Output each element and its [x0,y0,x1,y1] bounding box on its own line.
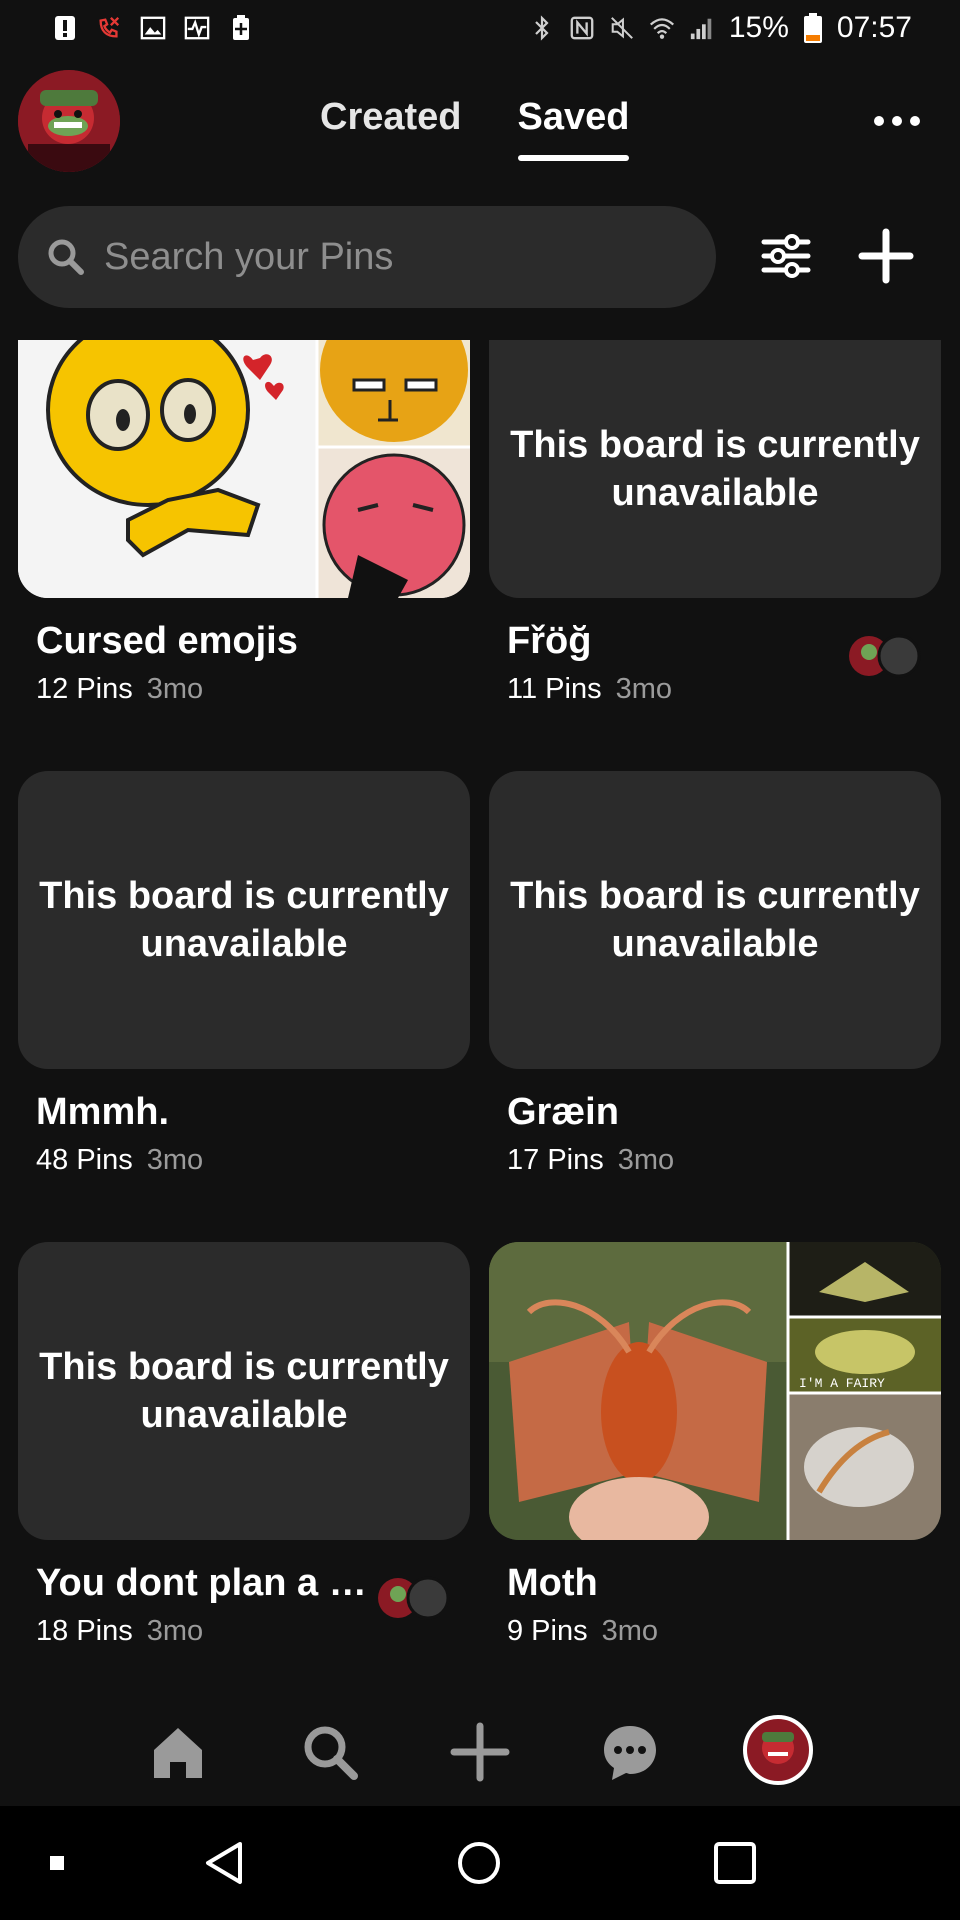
status-bar: 15% 07:57 [0,0,960,56]
board-pin-count: 48 Pins [36,1144,133,1176]
activity-icon [184,16,210,40]
home-icon[interactable] [148,1722,208,1782]
bluetooth-icon [535,15,549,41]
board-meta: 9 Pins 3mo [507,1615,941,1648]
profile-header: Created Saved [0,66,960,176]
board-meta: 12 Pins 3mo [36,673,470,706]
unavailable-message: This board is currently unavailable [39,1346,449,1436]
mute-icon [610,17,633,39]
board-pin-count: 9 Pins [507,1615,588,1647]
board-card[interactable]: Cursed emojis 12 Pins 3mo [18,340,470,706]
board-age: 3mo [146,673,204,705]
board-card[interactable]: I'M A FAIRY Moth 9 Pins 3mo [489,1242,941,1648]
messages-icon[interactable] [600,1722,660,1782]
search-placeholder: Search your Pins [104,235,394,278]
board-name: Moth [507,1562,598,1604]
board-card[interactable]: This board is currently unavailable You … [18,1242,470,1648]
battery-icon [803,13,822,43]
board-thumbnail[interactable]: This board is currently unavailable [18,1242,470,1540]
filter-icon[interactable] [756,226,816,286]
missed-call-icon [99,16,120,38]
wifi-icon [649,18,674,39]
board-age: 3mo [617,1144,675,1176]
unavailable-message: This board is currently unavailable [39,875,449,965]
bottom-nav [0,1694,960,1804]
board-thumbnail[interactable]: This board is currently unavailable [18,771,470,1069]
battery-saver-icon [233,15,249,40]
clock: 07:57 [836,11,912,44]
board-pin-count: 18 Pins [36,1615,133,1647]
alert-icon [55,16,75,40]
board-meta: 48 Pins 3mo [36,1144,470,1177]
collaborator-avatars-icon [849,634,921,678]
board-name: Græin [507,1091,619,1133]
search-input[interactable]: Search your Pins [18,206,716,308]
signal-icon [690,18,712,40]
more-options-icon[interactable] [874,116,920,126]
board-name: Cursed emojis [36,620,298,662]
board-card[interactable]: This board is currently unavailable Græi… [489,771,941,1177]
collaborator-avatars-icon [378,1576,450,1620]
board-meta: 17 Pins 3mo [507,1144,941,1177]
profile-avatar[interactable] [18,70,120,172]
system-nav-bar [0,1806,960,1920]
create-icon[interactable] [450,1722,510,1782]
board-name: Mmmh. [36,1091,169,1133]
board-thumbnail[interactable]: I'M A FAIRY [489,1242,941,1540]
battery-percent: 15% [728,11,789,44]
profile-nav-avatar[interactable] [742,1714,814,1786]
search-nav-icon[interactable] [300,1722,360,1782]
tab-created[interactable]: Created [320,96,462,139]
image-icon [140,16,166,40]
board-age: 3mo [146,1615,204,1647]
add-icon[interactable] [856,226,916,286]
tab-saved[interactable]: Saved [517,96,629,161]
board-pin-count: 11 Pins [507,673,602,705]
board-thumbnail[interactable] [18,340,470,598]
board-card[interactable]: This board is currently unavailable Mmmh… [18,771,470,1177]
moth-collage: I'M A FAIRY [489,1242,941,1540]
back-icon[interactable] [202,1840,246,1886]
unavailable-message: This board is currently unavailable [510,424,920,514]
cursed-emoji-collage [18,340,470,598]
board-age: 3mo [601,1615,659,1647]
recents-icon[interactable] [712,1840,758,1886]
home-button-icon[interactable] [456,1840,502,1886]
moth-image-caption: I'M A FAIRY [799,1376,885,1391]
search-icon [48,239,84,275]
board-pin-count: 17 Pins [507,1144,604,1176]
board-thumbnail[interactable]: This board is currently unavailable [489,340,941,598]
dot-indicator-icon [50,1856,64,1870]
board-card[interactable]: This board is currently unavailable Fřöğ… [489,340,941,706]
board-age: 3mo [146,1144,204,1176]
board-age: 3mo [615,673,672,705]
nfc-icon [570,16,594,40]
board-pin-count: 12 Pins [36,673,133,705]
unavailable-message: This board is currently unavailable [510,875,920,965]
board-thumbnail[interactable]: This board is currently unavailable [489,771,941,1069]
